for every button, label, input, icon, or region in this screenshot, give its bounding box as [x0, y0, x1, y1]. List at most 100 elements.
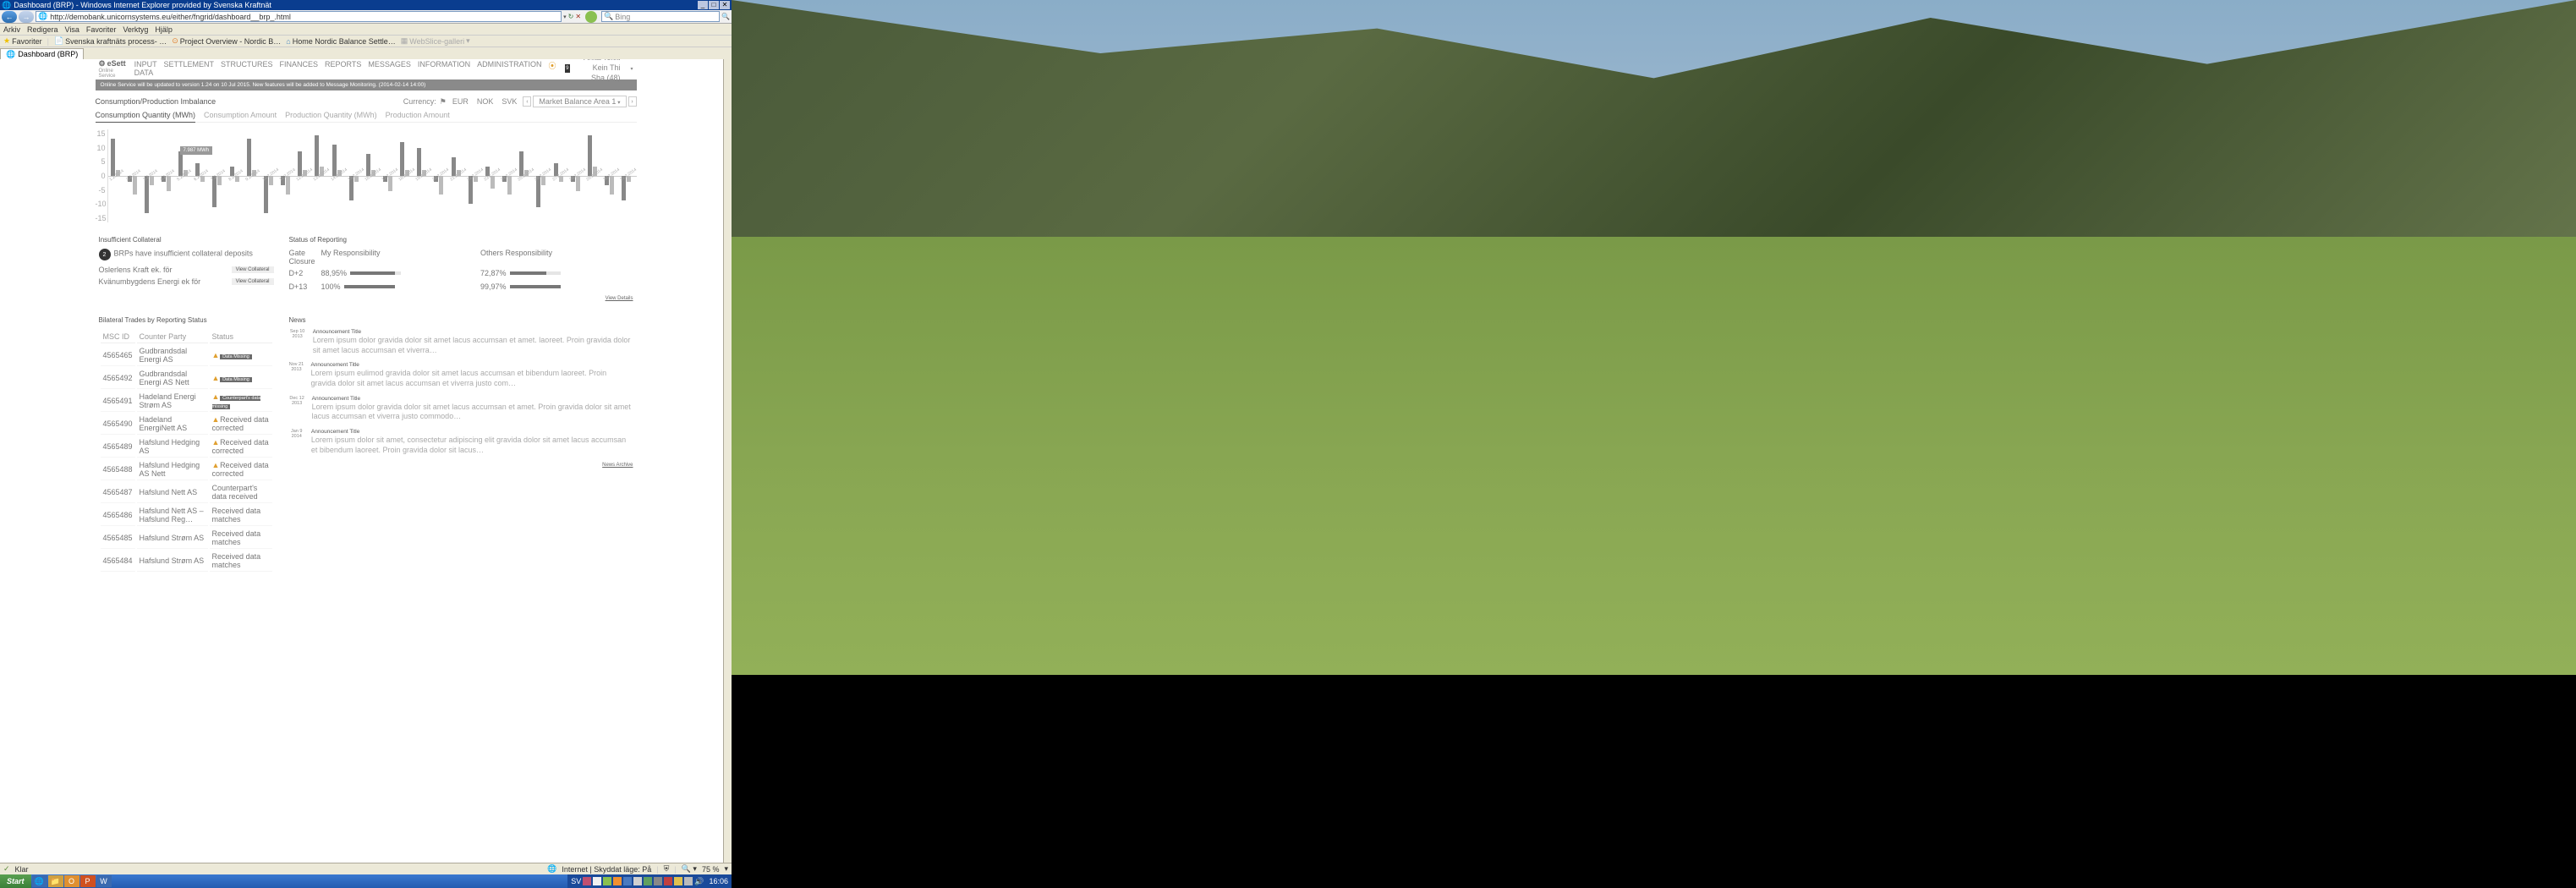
nav-information[interactable]: INFORMATION	[418, 60, 470, 77]
currency-eur[interactable]: EUR	[450, 96, 471, 107]
tray-icon[interactable]	[613, 877, 622, 885]
dropdown-icon[interactable]: ▾	[563, 14, 567, 20]
zoom-dropdown[interactable]: 🔍 ▾	[682, 864, 697, 874]
nav-finances[interactable]: FINANCES	[279, 60, 318, 77]
menu-favoriter[interactable]: Favoriter	[86, 25, 117, 34]
pager-next[interactable]: ›	[628, 96, 637, 107]
zoom-caret[interactable]: ▾	[724, 864, 728, 874]
task-ie[interactable]: 🌐	[32, 875, 47, 887]
start-button[interactable]: Start	[0, 874, 31, 888]
app-header: ⚙eSett Online Service INPUT DATA SETTLEM…	[96, 59, 637, 78]
currency-nok[interactable]: NOK	[474, 96, 496, 107]
currency-svk[interactable]: SVK	[499, 96, 519, 107]
table-row[interactable]: 4565487Hafslund Nett ASCounterpart's dat…	[101, 482, 272, 503]
user-info[interactable]: Anita Tokki Kein Thi Sha (48)	[582, 59, 620, 84]
menu-redigera[interactable]: Redigera	[27, 25, 58, 34]
nav-structures[interactable]: STRUCTURES	[221, 60, 273, 77]
tray-icon[interactable]	[674, 877, 682, 885]
view-details-link[interactable]: View Details	[289, 296, 633, 301]
fav-link-1[interactable]: 📄Svenska kraftnäts process- …	[54, 36, 167, 46]
nav-input-data[interactable]: INPUT DATA	[134, 60, 157, 77]
tray-icon[interactable]	[603, 877, 611, 885]
fav-link-4[interactable]: ▦WebSlice-galleri ▾	[401, 36, 470, 46]
vertical-scrollbar[interactable]	[723, 59, 732, 863]
table-row[interactable]: 4565485Hafslund Strøm ASReceived data ma…	[101, 528, 272, 549]
tray-icon[interactable]	[623, 877, 632, 885]
tray-icon[interactable]	[684, 877, 693, 885]
news-archive-link[interactable]: News Archive	[289, 463, 633, 468]
tray-icon[interactable]	[593, 877, 601, 885]
news-item[interactable]: Sep 102013Announcement TitleLorem ipsum …	[289, 329, 633, 355]
back-button[interactable]: ←	[2, 11, 17, 23]
nav-administration[interactable]: ADMINISTRATION	[477, 60, 541, 77]
tray-icon[interactable]	[664, 877, 672, 885]
table-row[interactable]: 4565490Hadeland EnergiNett AS▲ Received …	[101, 414, 272, 435]
search-go-button[interactable]: 🔍	[721, 13, 730, 20]
refresh-button[interactable]: ↻	[568, 13, 574, 20]
nav-messages[interactable]: MESSAGES	[368, 60, 411, 77]
news-item[interactable]: Jan 92014Announcement TitleLorem ipsum d…	[289, 429, 633, 455]
progress-bar	[510, 285, 561, 288]
message-count-badge[interactable]: 9	[565, 64, 571, 73]
chart-tab-prod-amt[interactable]: Production Amount	[386, 111, 450, 119]
menu-arkiv[interactable]: Arkiv	[3, 25, 20, 34]
table-row[interactable]: 4565489Hafslund Hedging AS▲ Received dat…	[101, 436, 272, 458]
pager-prev[interactable]: ‹	[523, 96, 531, 107]
task-powerpoint[interactable]: P	[80, 875, 96, 887]
menu-hjalp[interactable]: Hjälp	[155, 25, 173, 34]
task-folder[interactable]: 📁	[48, 875, 63, 887]
view-collateral-button[interactable]: View Collateral	[232, 278, 274, 285]
task-outlook[interactable]: O	[64, 875, 79, 887]
chart-tab-cons-amt[interactable]: Consumption Amount	[204, 111, 277, 119]
fav-link-3[interactable]: ⌂Home Nordic Balance Settle…	[286, 37, 396, 46]
nav-settlement[interactable]: SETTLEMENT	[163, 60, 214, 77]
tray-icon[interactable]	[583, 877, 591, 885]
forward-button[interactable]: →	[19, 11, 34, 23]
chart-tab-prod-qty[interactable]: Production Quantity (MWh)	[285, 111, 377, 119]
pager-value[interactable]: Market Balance Area 1 ▾	[533, 96, 626, 107]
chart-tab-cons-qty[interactable]: Consumption Quantity (MWh)	[96, 111, 196, 123]
news-text: Lorem ipsum dolor sit amet, consectetur …	[311, 436, 633, 455]
table-row[interactable]: 4565488Hafslund Hedging AS Nett▲ Receive…	[101, 459, 272, 480]
table-row[interactable]: 4565491Hadeland Energi Strøm AS▲ Counter…	[101, 391, 272, 412]
chart-tooltip: 7.987 MWh	[180, 146, 213, 155]
table-row[interactable]: 4565492Gudbrandsdal Energi AS Nett▲ Data…	[101, 368, 272, 389]
view-collateral-button[interactable]: View Collateral	[232, 266, 274, 273]
brp-name: Kvänumbygdens Energi ek för	[99, 277, 201, 286]
minimize-button[interactable]: _	[698, 1, 708, 9]
fav-link-2[interactable]: ⊙Project Overview - Nordic B…	[172, 36, 281, 46]
menu-verktyg[interactable]: Verktyg	[123, 25, 148, 34]
nav-help-icon[interactable]: ⦿	[549, 60, 556, 77]
warning-icon: ▲	[212, 351, 218, 357]
menu-visa[interactable]: Visa	[65, 25, 79, 34]
stop-button[interactable]: ✕	[575, 13, 581, 20]
norton-icon[interactable]	[585, 11, 597, 23]
task-word[interactable]: W	[96, 875, 112, 887]
tray-icon[interactable]	[633, 877, 642, 885]
table-row[interactable]: 4565465Gudbrandsdal Energi AS▲ Data Miss…	[101, 345, 272, 366]
table-row[interactable]: 4565484Hafslund Strøm ASReceived data ma…	[101, 551, 272, 572]
maximize-button[interactable]: □	[709, 1, 719, 9]
table-row[interactable]: 4565486Hafslund Nett AS – Hafslund Reg…R…	[101, 505, 272, 526]
window-title: Dashboard (BRP) - Windows Internet Explo…	[14, 1, 271, 9]
lang-indicator[interactable]: SV	[571, 877, 581, 885]
news-item[interactable]: Dec 122013Announcement TitleLorem ipsum …	[289, 396, 633, 422]
address-bar[interactable]: 🌐 http://demobank.unicornsystems.eu/eith…	[36, 11, 562, 22]
protected-mode-icon[interactable]: ⛨	[664, 864, 670, 874]
user-dropdown-icon[interactable]: ▾	[630, 66, 633, 72]
news-text: Lorem ipsum dolor gravida dolor sit amet…	[312, 403, 633, 422]
tray-icon[interactable]	[654, 877, 662, 885]
app-logo: ⚙eSett	[99, 59, 126, 69]
browser-search[interactable]: 🔍 Bing	[601, 11, 720, 22]
status-ready: Klar	[15, 865, 29, 874]
clock[interactable]: 16:06	[709, 877, 728, 885]
close-button[interactable]: ✕	[720, 1, 730, 9]
browser-tab[interactable]: 🌐 Dashboard (BRP)	[0, 48, 84, 59]
nav-reports[interactable]: REPORTS	[325, 60, 361, 77]
favorites-button[interactable]: ★Favoriter	[3, 36, 42, 46]
volume-icon[interactable]: 🔊	[694, 877, 704, 886]
tab-bar: 🌐 Dashboard (BRP)	[0, 47, 732, 59]
news-item[interactable]: Nov 212013Announcement TitleLorem ipsum …	[289, 362, 633, 388]
ie-icon: 🌐	[2, 1, 11, 10]
tray-icon[interactable]	[644, 877, 652, 885]
